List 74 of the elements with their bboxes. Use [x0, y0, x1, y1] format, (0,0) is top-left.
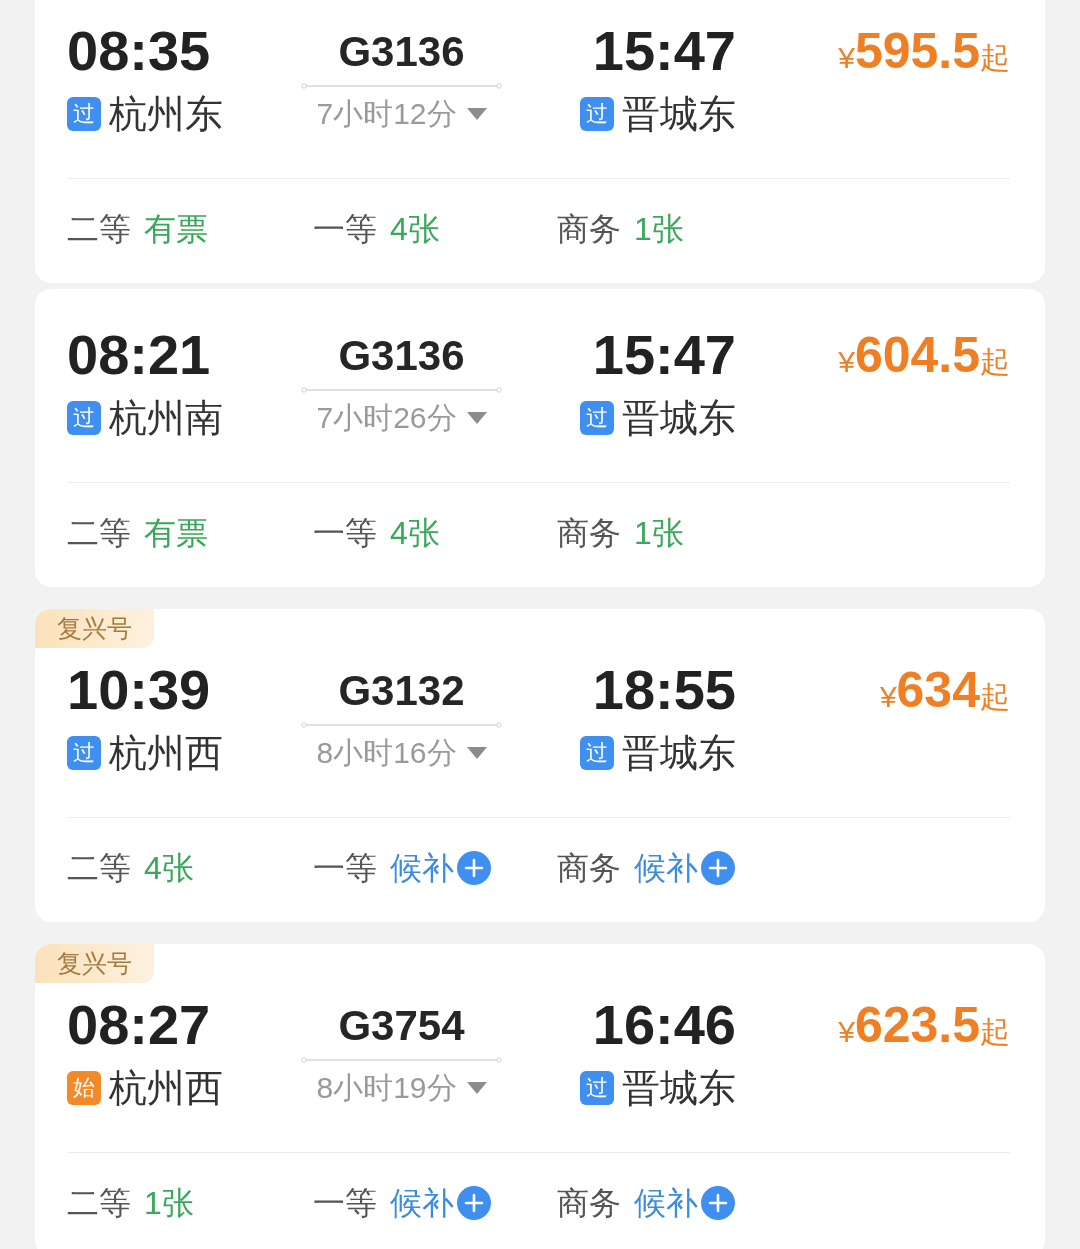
plus-circle-icon: [701, 1186, 735, 1220]
waitlist-button[interactable]: 候补: [634, 1185, 735, 1221]
seat-availability: 4张: [144, 850, 194, 886]
train-card[interactable]: 08:35 过 杭州东 G3136 7小时12分 15:47 过 晋城东 ¥595.5起 二等 有票 一等 4张 商务 1张: [35, 0, 1045, 283]
station-name: 杭州西: [109, 734, 223, 772]
seat-availability: 1张: [634, 515, 684, 551]
price-text: ¥595.5起: [837, 23, 1010, 81]
seat-class: 二等: [67, 211, 131, 247]
time-text: 08:35: [67, 23, 211, 79]
train-card[interactable]: 复兴号 10:39 过 杭州西 G3132 8小时16分 18:55 过 晋城东 ¥634起 二等 4张 一等 候补 商务 候补: [35, 609, 1045, 922]
station-name: 杭州东: [109, 95, 223, 133]
seat-availability: 4张: [390, 515, 440, 551]
plus-circle-icon: [701, 851, 735, 885]
seat-class: 商务: [557, 1185, 621, 1221]
duration-toggle[interactable]: 7小时12分: [316, 97, 487, 131]
station-badge: 始: [67, 1071, 101, 1105]
station-badge: 过: [67, 97, 101, 131]
caret-down-icon: [466, 108, 487, 120]
time-text: 18:55: [592, 662, 736, 718]
train-number: G3754: [338, 1005, 465, 1047]
seat-availability: 有票: [144, 211, 208, 247]
waitlist-button[interactable]: 候补: [390, 850, 491, 886]
station-badge: 过: [580, 97, 614, 131]
seat-availability: 1张: [634, 211, 684, 247]
station-badge: 过: [580, 1071, 614, 1105]
station-badge: 过: [580, 736, 614, 770]
caret-down-icon: [466, 412, 487, 424]
seat-class: 二等: [67, 850, 131, 886]
train-number: G3136: [338, 335, 465, 377]
station-name: 晋城东: [622, 734, 736, 772]
train-number: G3132: [338, 670, 465, 712]
station-name: 杭州南: [109, 399, 223, 437]
train-type-tag: 复兴号: [35, 609, 154, 648]
waitlist-button[interactable]: 候补: [634, 850, 735, 886]
duration-toggle[interactable]: 7小时26分: [316, 401, 487, 435]
plus-circle-icon: [457, 1186, 491, 1220]
time-text: 08:27: [67, 997, 211, 1053]
seat-class: 商务: [557, 850, 621, 886]
seat-class: 二等: [67, 1185, 131, 1221]
train-card[interactable]: 复兴号 08:27 始 杭州西 G3754 8小时19分 16:46 过 晋城东 ¥623.5起 二等 1张 一等 候补 商务 候补: [35, 944, 1045, 1249]
station-badge: 过: [67, 736, 101, 770]
station-name: 晋城东: [622, 95, 736, 133]
seat-class: 二等: [67, 515, 131, 551]
time-text: 15:47: [592, 327, 736, 383]
station-badge: 过: [67, 401, 101, 435]
caret-down-icon: [466, 1082, 487, 1094]
seat-class: 一等: [313, 850, 377, 886]
train-card[interactable]: 08:21 过 杭州南 G3136 7小时26分 15:47 过 晋城东 ¥604.5起 二等 有票 一等 4张 商务 1张: [35, 289, 1045, 587]
price-text: ¥623.5起: [837, 997, 1010, 1055]
duration-toggle[interactable]: 8小时16分: [316, 736, 487, 770]
seat-class: 商务: [557, 211, 621, 247]
duration-toggle[interactable]: 8小时19分: [316, 1071, 487, 1105]
seat-class: 商务: [557, 515, 621, 551]
station-name: 晋城东: [622, 399, 736, 437]
plus-circle-icon: [457, 851, 491, 885]
seat-class: 一等: [313, 515, 377, 551]
time-text: 10:39: [67, 662, 211, 718]
time-text: 08:21: [67, 327, 211, 383]
seat-class: 一等: [313, 1185, 377, 1221]
price-text: ¥604.5起: [837, 327, 1010, 385]
seat-class: 一等: [313, 211, 377, 247]
seat-availability: 4张: [390, 211, 440, 247]
time-text: 15:47: [592, 23, 736, 79]
train-type-tag: 复兴号: [35, 944, 154, 983]
seat-availability: 有票: [144, 515, 208, 551]
waitlist-button[interactable]: 候补: [390, 1185, 491, 1221]
seat-availability: 1张: [144, 1185, 194, 1221]
price-text: ¥634起: [878, 662, 1010, 720]
caret-down-icon: [466, 747, 487, 759]
train-number: G3136: [338, 31, 465, 73]
station-name: 晋城东: [622, 1069, 736, 1107]
time-text: 16:46: [592, 997, 736, 1053]
station-name: 杭州西: [109, 1069, 223, 1107]
station-badge: 过: [580, 401, 614, 435]
